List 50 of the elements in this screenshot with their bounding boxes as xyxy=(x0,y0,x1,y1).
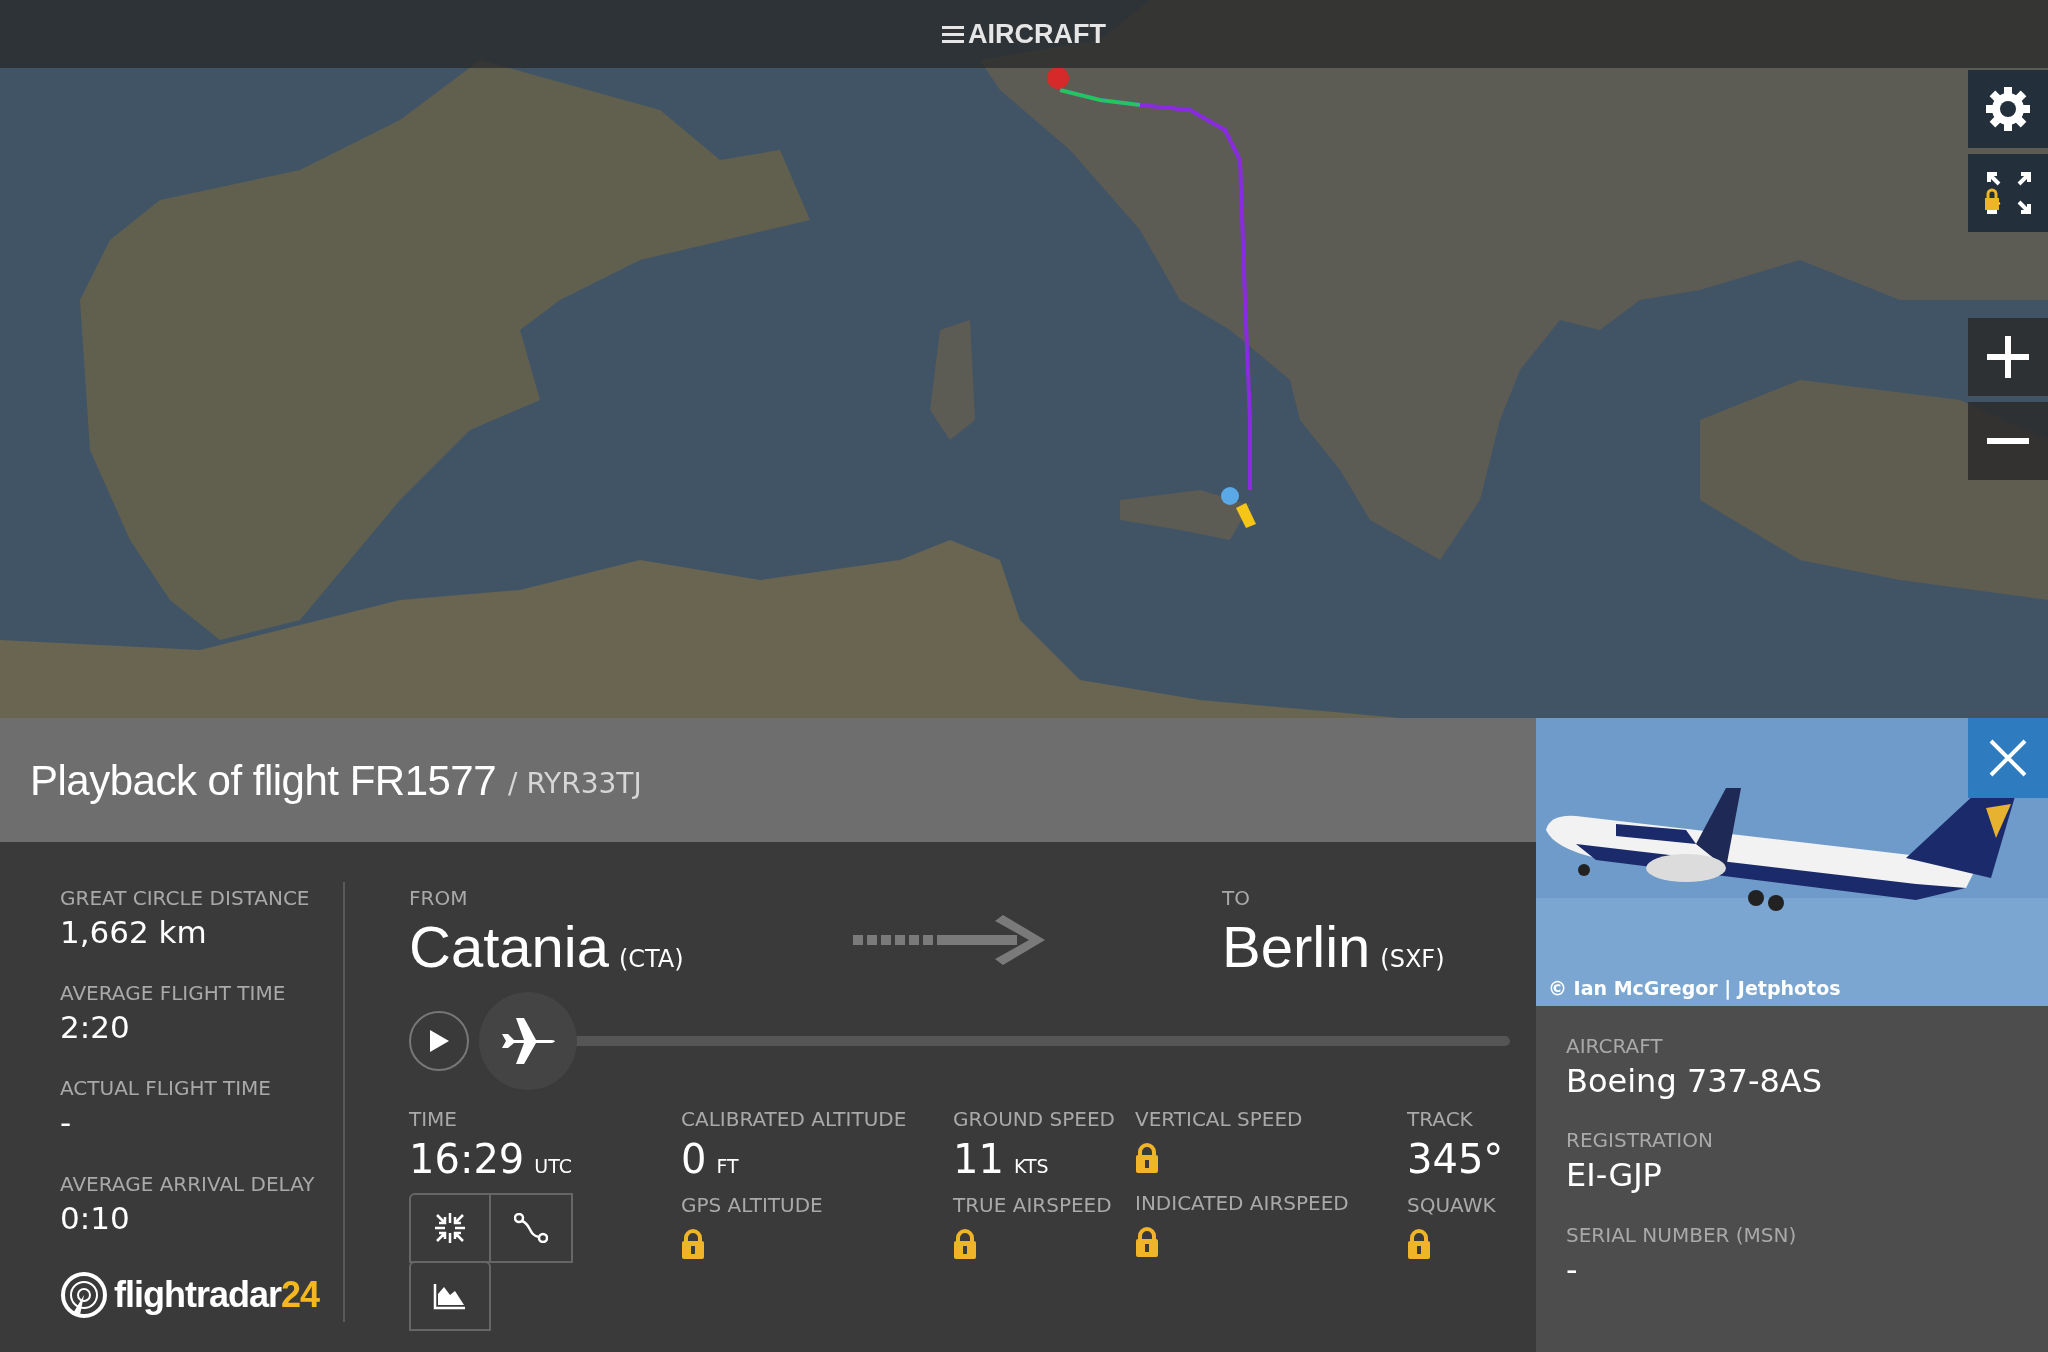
close-icon xyxy=(1988,738,2028,778)
collapse-icon xyxy=(433,1210,467,1245)
detail-value: - xyxy=(1566,1250,1579,1290)
photo-credit: © Ian McGregor | Jetphotos xyxy=(1548,975,1841,1002)
stat-label: ACTUAL FLIGHT TIME xyxy=(60,1075,272,1103)
collapse-view-button[interactable] xyxy=(409,1192,491,1263)
close-button[interactable] xyxy=(1968,718,2048,798)
route-icon xyxy=(514,1212,548,1243)
readout-label: GPS ALTITUDE xyxy=(681,1191,824,1219)
to-label: TO xyxy=(1222,885,1251,912)
readout-label: VERTICAL SPEED xyxy=(1135,1105,1304,1133)
time-label: TIME xyxy=(409,1105,458,1133)
readout-label: TRACK xyxy=(1407,1105,1474,1133)
from-label: FROM xyxy=(409,885,469,912)
detail-label: SERIAL NUMBER (MSN) xyxy=(1566,1221,1798,1249)
flight-title: Playback of flight FR1577 xyxy=(30,755,497,806)
play-button[interactable] xyxy=(409,1010,469,1071)
detail-label: REGISTRATION xyxy=(1566,1127,1714,1155)
play-icon xyxy=(428,1028,450,1053)
route-view-button[interactable] xyxy=(491,1192,573,1263)
stat-label: GREAT CIRCLE DISTANCE xyxy=(60,885,311,912)
chart-icon xyxy=(433,1281,467,1310)
readout-label: TRUE AIRSPEED xyxy=(953,1191,1113,1219)
readout-value: 0 FT xyxy=(681,1134,740,1183)
time-value: 16:29 UTC xyxy=(409,1134,573,1183)
readout-label: INDICATED AIRSPEED xyxy=(1135,1189,1350,1217)
playback-track[interactable] xyxy=(479,991,1510,1090)
origin-code: (CTA) xyxy=(618,945,684,973)
stat-value: 0:10 xyxy=(60,1199,131,1237)
detail-label: AIRCRAFT xyxy=(1566,1033,1664,1060)
callsign: / RYR33TJ xyxy=(508,766,642,802)
route-arrow-icon xyxy=(853,914,1045,965)
readout-label: CALIBRATED ALTITUDE xyxy=(681,1105,908,1133)
stat-label: AVERAGE FLIGHT TIME xyxy=(60,980,287,1008)
stat-value: 2:20 xyxy=(60,1009,131,1047)
flightradar-logo-text: flightradar24 xyxy=(114,1273,320,1317)
readout-label: GROUND SPEED xyxy=(953,1105,1116,1133)
stat-label: AVERAGE ARRIVAL DELAY xyxy=(60,1170,316,1198)
origin-city: Catania xyxy=(409,914,609,979)
destination-code: (SXF) xyxy=(1380,945,1445,973)
stat-value: - xyxy=(60,1104,73,1142)
readout-value: 345° xyxy=(1407,1134,1505,1183)
radar-logo-icon xyxy=(60,1271,108,1319)
stat-value: 1,662 km xyxy=(60,914,208,952)
destination-city: Berlin xyxy=(1222,914,1371,979)
chart-view-button[interactable] xyxy=(409,1260,491,1331)
detail-value: EI-GJP xyxy=(1566,1156,1663,1195)
readout-value: 11 KTS xyxy=(953,1134,1050,1183)
detail-value: Boeing 737-8AS xyxy=(1566,1062,1824,1101)
readout-label: SQUAWK xyxy=(1407,1191,1497,1219)
